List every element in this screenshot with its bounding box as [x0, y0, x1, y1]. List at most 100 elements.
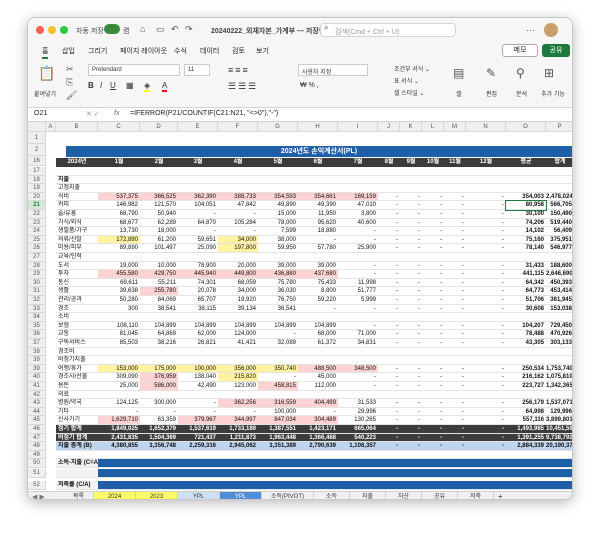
data-cell[interactable]: 89,890 [98, 244, 140, 253]
data-cell[interactable]: 25,090 [178, 244, 218, 253]
row-header[interactable]: 28 [28, 261, 46, 271]
row-header[interactable]: 1 [28, 132, 46, 144]
row-header[interactable]: 38 [28, 347, 46, 357]
data-cell[interactable] [400, 167, 422, 176]
data-cell[interactable]: 51,706 [506, 296, 546, 305]
row-header[interactable]: 27 [28, 253, 46, 262]
row-header[interactable]: 47 [28, 433, 46, 443]
data-cell[interactable] [400, 175, 422, 185]
tab-view[interactable]: 보기 [256, 46, 269, 56]
data-cell[interactable]: 429,750 [140, 270, 178, 279]
data-cell[interactable]: 30,608 [506, 304, 546, 314]
data-cell[interactable] [298, 167, 338, 176]
data-cell[interactable] [466, 459, 506, 468]
data-cell[interactable]: - [444, 425, 466, 434]
row-header[interactable]: 48 [28, 442, 46, 451]
data-cell[interactable]: 404,499 [298, 399, 338, 408]
column-header-N[interactable]: N [466, 122, 506, 132]
row-header[interactable]: 17 [28, 167, 46, 176]
clipboard-icon[interactable]: 📋 [38, 65, 55, 82]
data-cell[interactable]: 68,059 [218, 278, 258, 288]
data-cell[interactable]: - [422, 433, 444, 443]
data-cell[interactable] [400, 390, 422, 400]
data-cell[interactable]: 721,437 [178, 433, 218, 443]
data-cell[interactable] [298, 313, 338, 322]
data-cell[interactable] [140, 253, 178, 262]
data-cell[interactable]: - [400, 321, 422, 331]
column-header-J[interactable]: J [378, 122, 400, 132]
sheet-tab[interactable]: YPL [220, 492, 262, 499]
data-cell[interactable]: 69,611 [98, 278, 140, 288]
data-cell[interactable]: 15,000 [258, 210, 298, 219]
data-cell[interactable]: - [466, 304, 506, 314]
data-cell[interactable]: 56,409 [546, 227, 572, 236]
data-cell[interactable]: 39,638 [98, 287, 140, 296]
data-cell[interactable]: - [400, 261, 422, 271]
data-cell[interactable]: 101,497 [140, 244, 178, 253]
data-cell[interactable]: - [466, 442, 506, 451]
row-header[interactable]: 35 [28, 321, 46, 331]
sheet-tab[interactable]: 자산 [386, 492, 422, 499]
data-cell[interactable]: 449,800 [218, 270, 258, 279]
data-cell[interactable]: 216,162 [506, 373, 546, 382]
data-cell[interactable]: - [422, 278, 444, 288]
data-cell[interactable]: 150,490 [546, 210, 572, 219]
data-cell[interactable]: 169,159 [338, 192, 378, 202]
data-cell[interactable] [338, 167, 378, 176]
data-cell[interactable]: - [400, 442, 422, 451]
row-label-cell[interactable]: 정기 합계 [56, 425, 98, 434]
data-cell[interactable] [178, 253, 218, 262]
data-cell[interactable] [400, 253, 422, 262]
data-cell[interactable]: - [400, 425, 422, 434]
data-cell[interactable] [378, 313, 400, 322]
data-cell[interactable]: - [444, 296, 466, 305]
conditional-format-button[interactable]: 조건부 서식 ⌄ [394, 64, 430, 73]
data-cell[interactable]: 1,423,171 [298, 425, 338, 434]
row-header[interactable]: 25 [28, 235, 46, 245]
data-cell[interactable] [422, 469, 444, 478]
data-cell[interactable] [298, 184, 338, 193]
row-label-cell[interactable]: 술/유흥 [56, 210, 98, 219]
data-cell[interactable] [258, 167, 298, 176]
data-cell[interactable] [178, 347, 218, 357]
data-cell[interactable]: - [338, 382, 378, 391]
data-cell[interactable]: 38,541 [140, 304, 178, 314]
halign-icons[interactable]: ☰☰☰ [228, 81, 258, 92]
data-cell[interactable]: 10,451,594 [546, 425, 572, 434]
data-cell[interactable]: - [422, 382, 444, 391]
data-cell[interactable]: - [400, 244, 422, 253]
addins-button[interactable]: 추가 기능 [540, 89, 566, 98]
data-cell[interactable]: 85,503 [98, 339, 140, 348]
data-cell[interactable] [218, 347, 258, 357]
data-cell[interactable] [338, 481, 378, 490]
data-cell[interactable] [218, 390, 258, 400]
data-cell[interactable]: 316,559 [258, 399, 298, 408]
row-header[interactable]: 16 [28, 156, 46, 166]
data-cell[interactable]: 121,570 [140, 201, 178, 210]
data-cell[interactable]: - [422, 210, 444, 219]
data-cell[interactable]: 61,372 [298, 339, 338, 348]
data-cell[interactable] [444, 481, 466, 490]
redo-icon[interactable]: ↷ [185, 24, 193, 35]
data-cell[interactable] [298, 390, 338, 400]
data-cell[interactable]: 78,140 [506, 244, 546, 253]
data-cell[interactable] [298, 175, 338, 185]
data-cell[interactable]: - [400, 399, 422, 408]
data-cell[interactable] [506, 356, 546, 365]
row-header[interactable]: 52 [28, 481, 46, 490]
data-cell[interactable] [378, 347, 400, 357]
data-cell[interactable]: - [466, 287, 506, 296]
data-cell[interactable] [140, 175, 178, 185]
data-cell[interactable]: - [466, 278, 506, 288]
data-cell[interactable] [422, 167, 444, 176]
data-cell[interactable]: 2,646,690 [546, 270, 572, 279]
data-cell[interactable]: 64,342 [506, 278, 546, 288]
data-cell[interactable] [378, 390, 400, 400]
data-cell[interactable]: - [466, 364, 506, 374]
data-cell[interactable]: - [378, 296, 400, 305]
data-cell[interactable]: 49,890 [258, 201, 298, 210]
data-cell[interactable]: 20,190,375 [546, 442, 572, 451]
data-cell[interactable] [400, 469, 422, 478]
data-cell[interactable] [298, 469, 338, 478]
data-cell[interactable]: 1,849,025 [98, 425, 140, 434]
